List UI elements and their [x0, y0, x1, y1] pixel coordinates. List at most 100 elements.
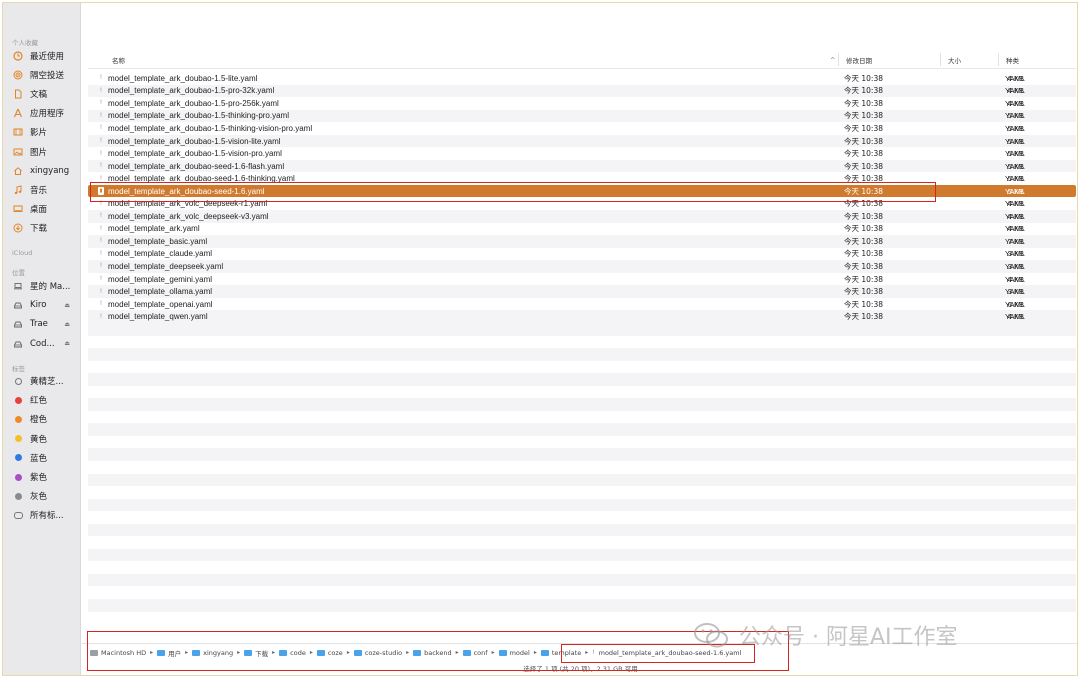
file-date: 今天 10:38 [844, 299, 883, 309]
sidebar-item[interactable]: Kiro ⏏ [12, 297, 78, 313]
wechat-icon [694, 623, 728, 648]
watermark: 公众号 · 阿星AI工作室 [693, 618, 958, 652]
file-row[interactable]: ! model_template_qwen.yaml 今天 10:38 4 KB YAM… [88, 310, 1076, 323]
tag-dot-icon [14, 396, 22, 404]
sidebar-item[interactable]: 最近使用 [12, 48, 78, 64]
airdrop-icon [12, 69, 24, 81]
sidebar-item-label: 下载 [30, 223, 48, 234]
empty-row [88, 373, 1076, 386]
file-name: model_template_openai.yaml [108, 299, 213, 309]
file-row[interactable]: ! model_template_deepseek.yaml 今天 10:38 3 K… [88, 260, 1076, 273]
eject-icon[interactable]: ⏏ [64, 340, 70, 347]
column-header-date[interactable]: 修改日期 [846, 53, 872, 67]
file-date: 今天 10:38 [844, 73, 883, 83]
sidebar-tag[interactable]: 所有标... [12, 507, 78, 523]
file-row[interactable]: ! model_template_ark_doubao-1.5-lite.yaml… [88, 72, 1076, 85]
sidebar-tag[interactable]: 橙色 [12, 411, 78, 427]
empty-list-area [88, 323, 1076, 624]
yaml-file-icon: ! [100, 75, 102, 82]
file-row[interactable]: ! model_template_ark_doubao-1.5-thinking-… [88, 122, 1076, 135]
sidebar-tag[interactable]: 紫色 [12, 469, 78, 485]
file-row[interactable]: ! model_template_claude.yaml 今天 10:38 3 KB Y… [88, 248, 1076, 261]
tag-color-icon [12, 433, 24, 445]
tag-color-icon [12, 394, 24, 406]
sidebar-item[interactable]: Trae ⏏ [12, 316, 78, 332]
sidebar-item[interactable]: 星的 Ma... [12, 278, 78, 294]
file-row[interactable]: ! model_template_ark.yaml 今天 10:38 4 KB YAML [88, 223, 1076, 236]
laptop-icon [12, 280, 24, 292]
yaml-file-icon: ! [100, 238, 102, 245]
sidebar-item-label: Cod... [30, 338, 55, 349]
desktop-icon [12, 203, 24, 215]
sidebar-item[interactable]: 应用程序 [12, 105, 78, 121]
file-row[interactable]: ! model_template_openai.yaml 今天 10:38 6 KB Y… [88, 298, 1076, 311]
sidebar-item[interactable]: 下载 [12, 220, 78, 236]
sidebar-item[interactable]: 图片 [12, 144, 78, 160]
file-kind: YAML [1005, 261, 1025, 271]
column-header-name[interactable]: 名称 [112, 53, 125, 67]
sidebar-item[interactable]: xingyang [12, 163, 78, 179]
sidebar-item[interactable]: 文稿 [12, 86, 78, 102]
file-kind: YAML [1005, 161, 1025, 171]
sidebar-tag[interactable]: 黄色 [12, 431, 78, 447]
eject-icon[interactable]: ⏏ [64, 302, 70, 309]
yaml-file-icon: ! [100, 150, 102, 157]
file-date: 今天 10:38 [844, 149, 883, 159]
sidebar-tag[interactable]: 黄精芝... [12, 373, 78, 389]
sidebar-item-label: 文稿 [30, 90, 48, 101]
file-kind: YAML [1005, 111, 1025, 121]
empty-row [88, 336, 1076, 349]
sidebar-item[interactable]: Cod... ⏏ [12, 336, 78, 352]
empty-row [88, 548, 1076, 562]
file-name: model_template_ark_doubao-1.5-vision-lit… [108, 136, 281, 146]
sidebar-item[interactable]: 隔空投送 [12, 67, 78, 83]
column-header-kind[interactable]: 种类 [1006, 53, 1019, 67]
sidebar-tag[interactable]: 蓝色 [12, 450, 78, 466]
sort-indicator-icon: ^ [830, 56, 836, 64]
file-kind: YAML [1005, 123, 1025, 133]
file-row[interactable]: ! model_template_ark_doubao-1.5-vision-pr… [88, 147, 1076, 160]
yaml-file-icon: ! [100, 301, 102, 308]
file-date: 今天 10:38 [844, 123, 883, 133]
yaml-file-icon: ! [100, 163, 102, 170]
file-row[interactable]: ! model_template_ollama.yaml 今天 10:38 3 KB Y… [88, 285, 1076, 298]
file-row[interactable]: ! model_template_ark_volc_deepseek-v3.yam… [88, 210, 1076, 223]
sidebar-tag-label: 红色 [30, 396, 48, 407]
file-date: 今天 10:38 [844, 98, 883, 108]
sidebar-tag[interactable]: 红色 [12, 392, 78, 408]
sidebar-tag[interactable]: 灰色 [12, 488, 78, 504]
file-row[interactable]: ! model_template_ark_doubao-1.5-pro-256k.… [88, 97, 1076, 110]
sidebar-section-title: 标签 [12, 365, 25, 373]
file-kind: YAML [1005, 174, 1025, 184]
file-kind: YAML [1005, 249, 1025, 259]
file-row[interactable]: ! model_template_gemini.yaml 今天 10:38 4 KB Y… [88, 273, 1076, 286]
file-row[interactable]: ! model_template_ark_doubao-1.5-pro-32k.y… [88, 84, 1076, 98]
file-browser: 名称 ^ 修改日期 大小 种类 ! model_template_ark_doub… [82, 3, 1077, 675]
film-icon [12, 126, 24, 138]
tag-color-icon [12, 452, 24, 464]
eject-icon[interactable]: ⏏ [64, 321, 70, 328]
sidebar-tag-label: 所有标... [30, 511, 64, 522]
sidebar-item[interactable]: 音乐 [12, 182, 78, 198]
sidebar-tag-label: 蓝色 [30, 453, 48, 464]
sidebar-item-label: 应用程序 [30, 109, 65, 120]
file-row[interactable]: ! model_template_basic.yaml 今天 10:38 7 KB YA… [88, 235, 1076, 248]
yaml-file-icon: ! [100, 250, 102, 257]
file-kind: YAML [1005, 211, 1025, 221]
sidebar-item[interactable]: 影片 [12, 124, 78, 140]
file-name: model_template_ark.yaml [108, 224, 200, 234]
file-row[interactable]: ! model_template_ark_doubao-1.5-thinking-… [88, 109, 1076, 123]
sidebar-item-label: xingyang [30, 165, 70, 176]
drive-icon [12, 338, 24, 350]
yaml-file-icon: ! [100, 313, 102, 320]
sidebar-item-label: 桌面 [30, 204, 48, 215]
column-header-size[interactable]: 大小 [948, 53, 961, 67]
empty-row [88, 599, 1076, 612]
file-row[interactable]: ! model_template_ark_doubao-seed-1.6-flas… [88, 159, 1076, 173]
sidebar-item[interactable]: 桌面 [12, 201, 78, 217]
tag-color-icon [12, 509, 24, 521]
file-date: 今天 10:38 [844, 211, 883, 221]
empty-row [88, 561, 1076, 574]
sidebar-item-label: 图片 [30, 147, 48, 158]
file-row[interactable]: ! model_template_ark_doubao-1.5-vision-li… [88, 134, 1076, 148]
